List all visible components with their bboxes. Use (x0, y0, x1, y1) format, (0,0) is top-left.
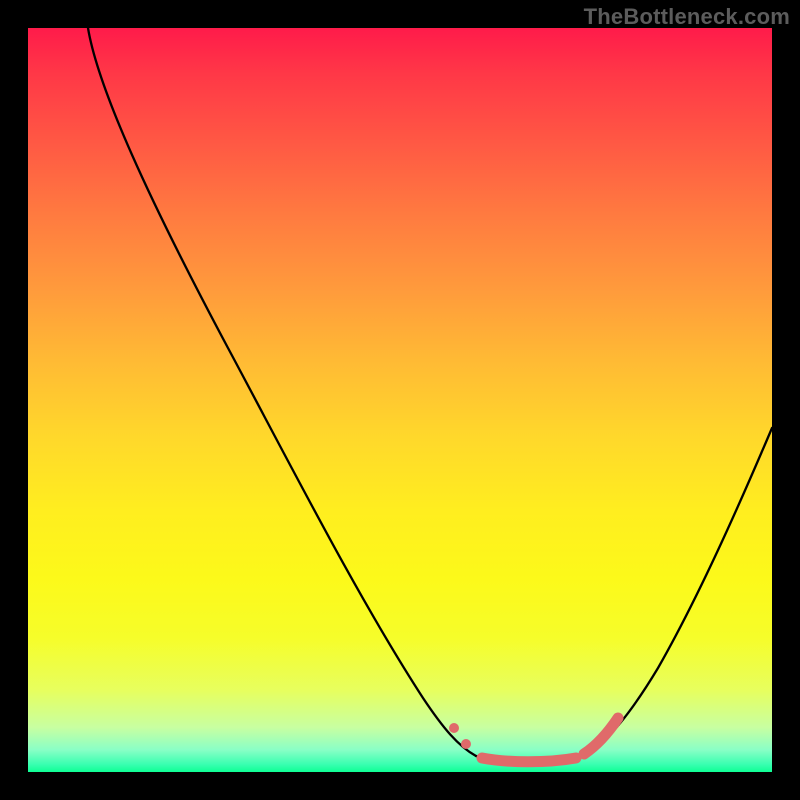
plot-area (28, 28, 772, 772)
watermark-text: TheBottleneck.com (584, 4, 790, 30)
curve-layer (28, 28, 772, 772)
marker-flat-segment (482, 758, 576, 762)
curve-left-branch (88, 28, 476, 756)
curve-right-branch (583, 428, 772, 756)
chart-frame: TheBottleneck.com (0, 0, 800, 800)
marker-rise-segment (584, 718, 618, 754)
marker-dot-2 (461, 739, 471, 749)
marker-dot-1 (449, 723, 459, 733)
